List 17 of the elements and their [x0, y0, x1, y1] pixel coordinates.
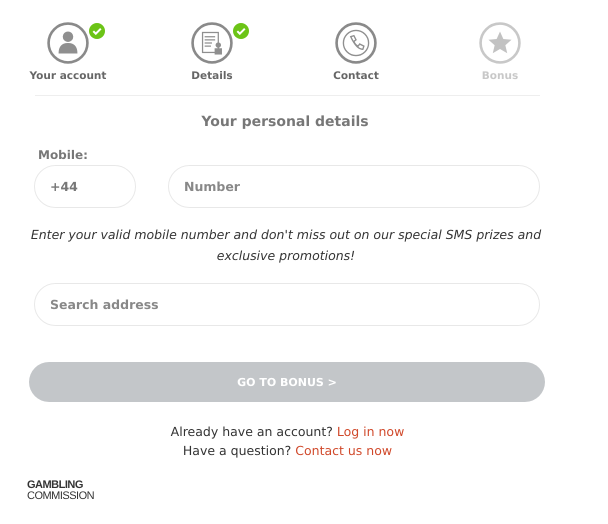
section-title: Your personal details — [200, 114, 370, 130]
step-label: Details — [191, 70, 233, 82]
logo: GAMBLING COMMISSION — [27, 480, 94, 502]
address-search-field[interactable]: Search address — [34, 283, 540, 326]
hint-text: Enter your valid mobile number and don't miss out on our special SMS prizes and exclusive promotions! — [30, 226, 542, 265]
country-code-field[interactable]: +44 — [34, 165, 136, 208]
phone-icon — [335, 22, 377, 64]
field-label: Mobile: — [38, 148, 89, 162]
document-icon — [191, 22, 233, 64]
link[interactable]: Log in now — [336, 424, 404, 439]
person-icon — [47, 22, 89, 64]
prompt-text: Have a question? — [182, 443, 292, 458]
prompt-text: Already have an account? — [170, 424, 333, 439]
step-label: Contact — [333, 70, 379, 82]
phone-number-field[interactable]: Number — [168, 165, 540, 208]
step-label: Your account — [30, 70, 106, 82]
link[interactable]: Contact us now — [295, 443, 392, 458]
